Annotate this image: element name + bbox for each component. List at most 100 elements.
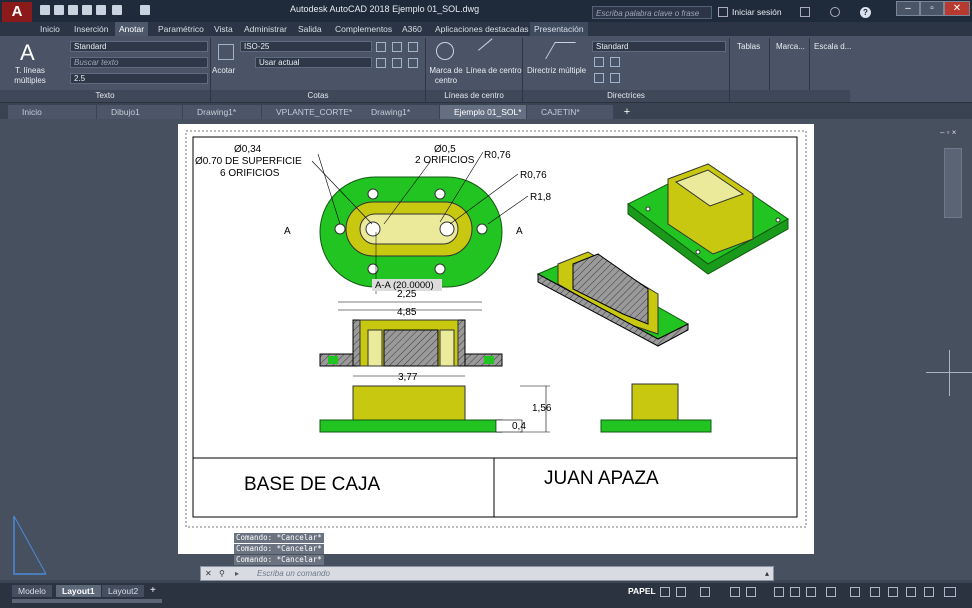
workspace-gear-icon[interactable] [826, 587, 836, 597]
clean-screen-icon[interactable] [924, 587, 934, 597]
dim-1-56: 1,56 [532, 403, 552, 414]
tab-a360[interactable]: A360 [398, 22, 426, 36]
doc-tab-vplante-corte[interactable]: VPLANTE_CORTE* [262, 105, 357, 119]
dim-4-85: 4,85 [397, 307, 417, 318]
dim-baseline-icon[interactable] [376, 58, 386, 68]
isolate-objects-icon[interactable] [888, 587, 898, 597]
dim-oblique-icon[interactable] [408, 58, 418, 68]
doc-tab-cajetin[interactable]: CAJETIN* [527, 105, 613, 119]
tab-salida[interactable]: Salida [294, 22, 326, 36]
center-mark-button[interactable]: Marca de centro [428, 66, 464, 86]
dimension-icon[interactable] [218, 44, 234, 60]
doc-tab-dibujo1[interactable]: Dibujo1 [97, 105, 182, 119]
cart-icon[interactable] [800, 7, 810, 17]
text-style-dropdown[interactable]: Standard [70, 41, 208, 52]
layout-tab-layout2[interactable]: Layout2 [102, 585, 145, 597]
maximize-button[interactable]: ▫ [920, 1, 944, 16]
find-text-input[interactable]: Buscar texto [70, 57, 208, 68]
add-layout-plus-icon[interactable]: + [150, 585, 156, 596]
ortho-icon[interactable] [700, 587, 710, 597]
add-leader-icon[interactable] [594, 57, 604, 67]
collect-leader-icon[interactable] [610, 73, 620, 83]
help-icon[interactable]: ? [860, 7, 871, 18]
dimension-style-dropdown[interactable]: ISO-25 [240, 41, 372, 52]
grid-icon[interactable] [660, 587, 670, 597]
dimension-button[interactable]: Acotar [212, 66, 235, 75]
markup-panel-button[interactable]: Marca... [776, 42, 805, 51]
tab-presentacion[interactable]: Presentación [530, 22, 588, 36]
panel-collapse-bar[interactable] [730, 90, 850, 102]
annotation-scaling-panel-button[interactable]: Escala d... [814, 42, 851, 51]
viewport-window-controls-icon[interactable]: – ▫ × [940, 128, 968, 138]
doc-tab-drawing1[interactable]: Drawing1* [183, 105, 261, 119]
remove-leader-icon[interactable] [594, 73, 604, 83]
annotation-visibility-icon[interactable] [806, 587, 816, 597]
tab-inicio[interactable]: Inicio [36, 22, 64, 36]
binoculars-icon[interactable] [718, 7, 728, 17]
centerline-button[interactable]: Línea de centro [466, 66, 522, 75]
annotation-monitor-icon[interactable] [850, 587, 860, 597]
multiline-text-button[interactable]: T. líneas múltiples [8, 66, 52, 86]
lineweight-icon[interactable] [774, 587, 784, 597]
hole-note-1b: Ø0.70 DE SUPERFICIE [195, 156, 302, 167]
panel-label-lineas-centro[interactable]: Líneas de centro [426, 90, 522, 102]
undo-icon[interactable] [112, 5, 122, 15]
tab-complementos[interactable]: Complementos [331, 22, 396, 36]
close-command-line-icon[interactable]: ✕ [205, 567, 212, 580]
doc-tab-ejemplo01[interactable]: Ejemplo 01_SOL* [440, 105, 526, 119]
polar-icon[interactable] [730, 587, 740, 597]
tab-parametrico[interactable]: Paramétrico [154, 22, 208, 36]
new-tab-plus-icon[interactable]: + [620, 105, 634, 119]
tab-vista[interactable]: Vista [210, 22, 237, 36]
panel-label-cotas[interactable]: Cotas [211, 90, 425, 102]
multiline-text-icon[interactable]: A [20, 40, 35, 66]
annotation-scale-icon[interactable] [790, 587, 800, 597]
doc-tab-drawing1-b[interactable]: Drawing1* [357, 105, 439, 119]
customize-command-icon[interactable]: ⚲ [219, 567, 225, 580]
close-button[interactable]: ✕ [944, 1, 970, 16]
paper-space-toggle[interactable]: PAPEL [628, 586, 656, 596]
isometric-section-view [536, 251, 690, 347]
hardware-acceleration-icon[interactable] [906, 587, 916, 597]
dimension-layer-dropdown[interactable]: Usar actual [255, 57, 372, 68]
doc-tab-inicio[interactable]: Inicio [8, 105, 96, 119]
dim-adjust-icon[interactable] [408, 42, 418, 52]
layout-tab-modelo[interactable]: Modelo [12, 585, 52, 597]
save-as-icon[interactable] [82, 5, 92, 15]
application-menu-button[interactable]: A [2, 2, 32, 22]
new-file-icon[interactable] [40, 5, 50, 15]
tab-aplicaciones[interactable]: Aplicaciones destacadas [431, 22, 533, 36]
snap-icon[interactable] [676, 587, 686, 597]
dim-break-icon[interactable] [392, 42, 402, 52]
panel-label-texto[interactable]: Texto [0, 90, 210, 102]
navigation-bar[interactable] [944, 148, 962, 218]
dim-space-icon[interactable] [392, 58, 402, 68]
minimize-button[interactable]: – [896, 1, 920, 16]
open-file-icon[interactable] [54, 5, 64, 15]
command-history-toggle-icon[interactable]: ▴ [765, 567, 769, 580]
tab-administrar[interactable]: Administrar [240, 22, 291, 36]
panel-label-directrices[interactable]: Directrices [523, 90, 729, 102]
plot-icon[interactable] [96, 5, 106, 15]
object-snap-icon[interactable] [746, 587, 756, 597]
redo-icon[interactable] [140, 5, 150, 15]
text-height-dropdown[interactable]: 2.5 [70, 73, 208, 84]
sign-in-button[interactable]: Iniciar sesión [732, 7, 782, 17]
dim-continue-icon[interactable] [376, 42, 386, 52]
exchange-icon[interactable] [830, 7, 840, 17]
align-leader-icon[interactable] [610, 57, 620, 67]
command-input[interactable]: Escriba un comando [257, 567, 330, 580]
search-input[interactable]: Escriba palabra clave o frase [592, 6, 712, 19]
multileader-style-dropdown[interactable]: Standard [592, 41, 726, 52]
save-icon[interactable] [68, 5, 78, 15]
tables-panel-button[interactable]: Tablas [737, 42, 760, 51]
tab-insercion[interactable]: Inserción [70, 22, 113, 36]
tab-anotar[interactable]: Anotar [115, 22, 149, 36]
hole-note-2a: Ø0,5 [434, 144, 456, 155]
layout-tab-layout1[interactable]: Layout1 [56, 585, 101, 597]
layout-tab-scrollbar[interactable] [12, 599, 162, 603]
units-icon[interactable] [870, 587, 880, 597]
center-mark-icon[interactable] [436, 42, 454, 60]
multileader-button[interactable]: Directriz múltiple [527, 66, 586, 75]
customization-menu-icon[interactable] [944, 587, 956, 597]
